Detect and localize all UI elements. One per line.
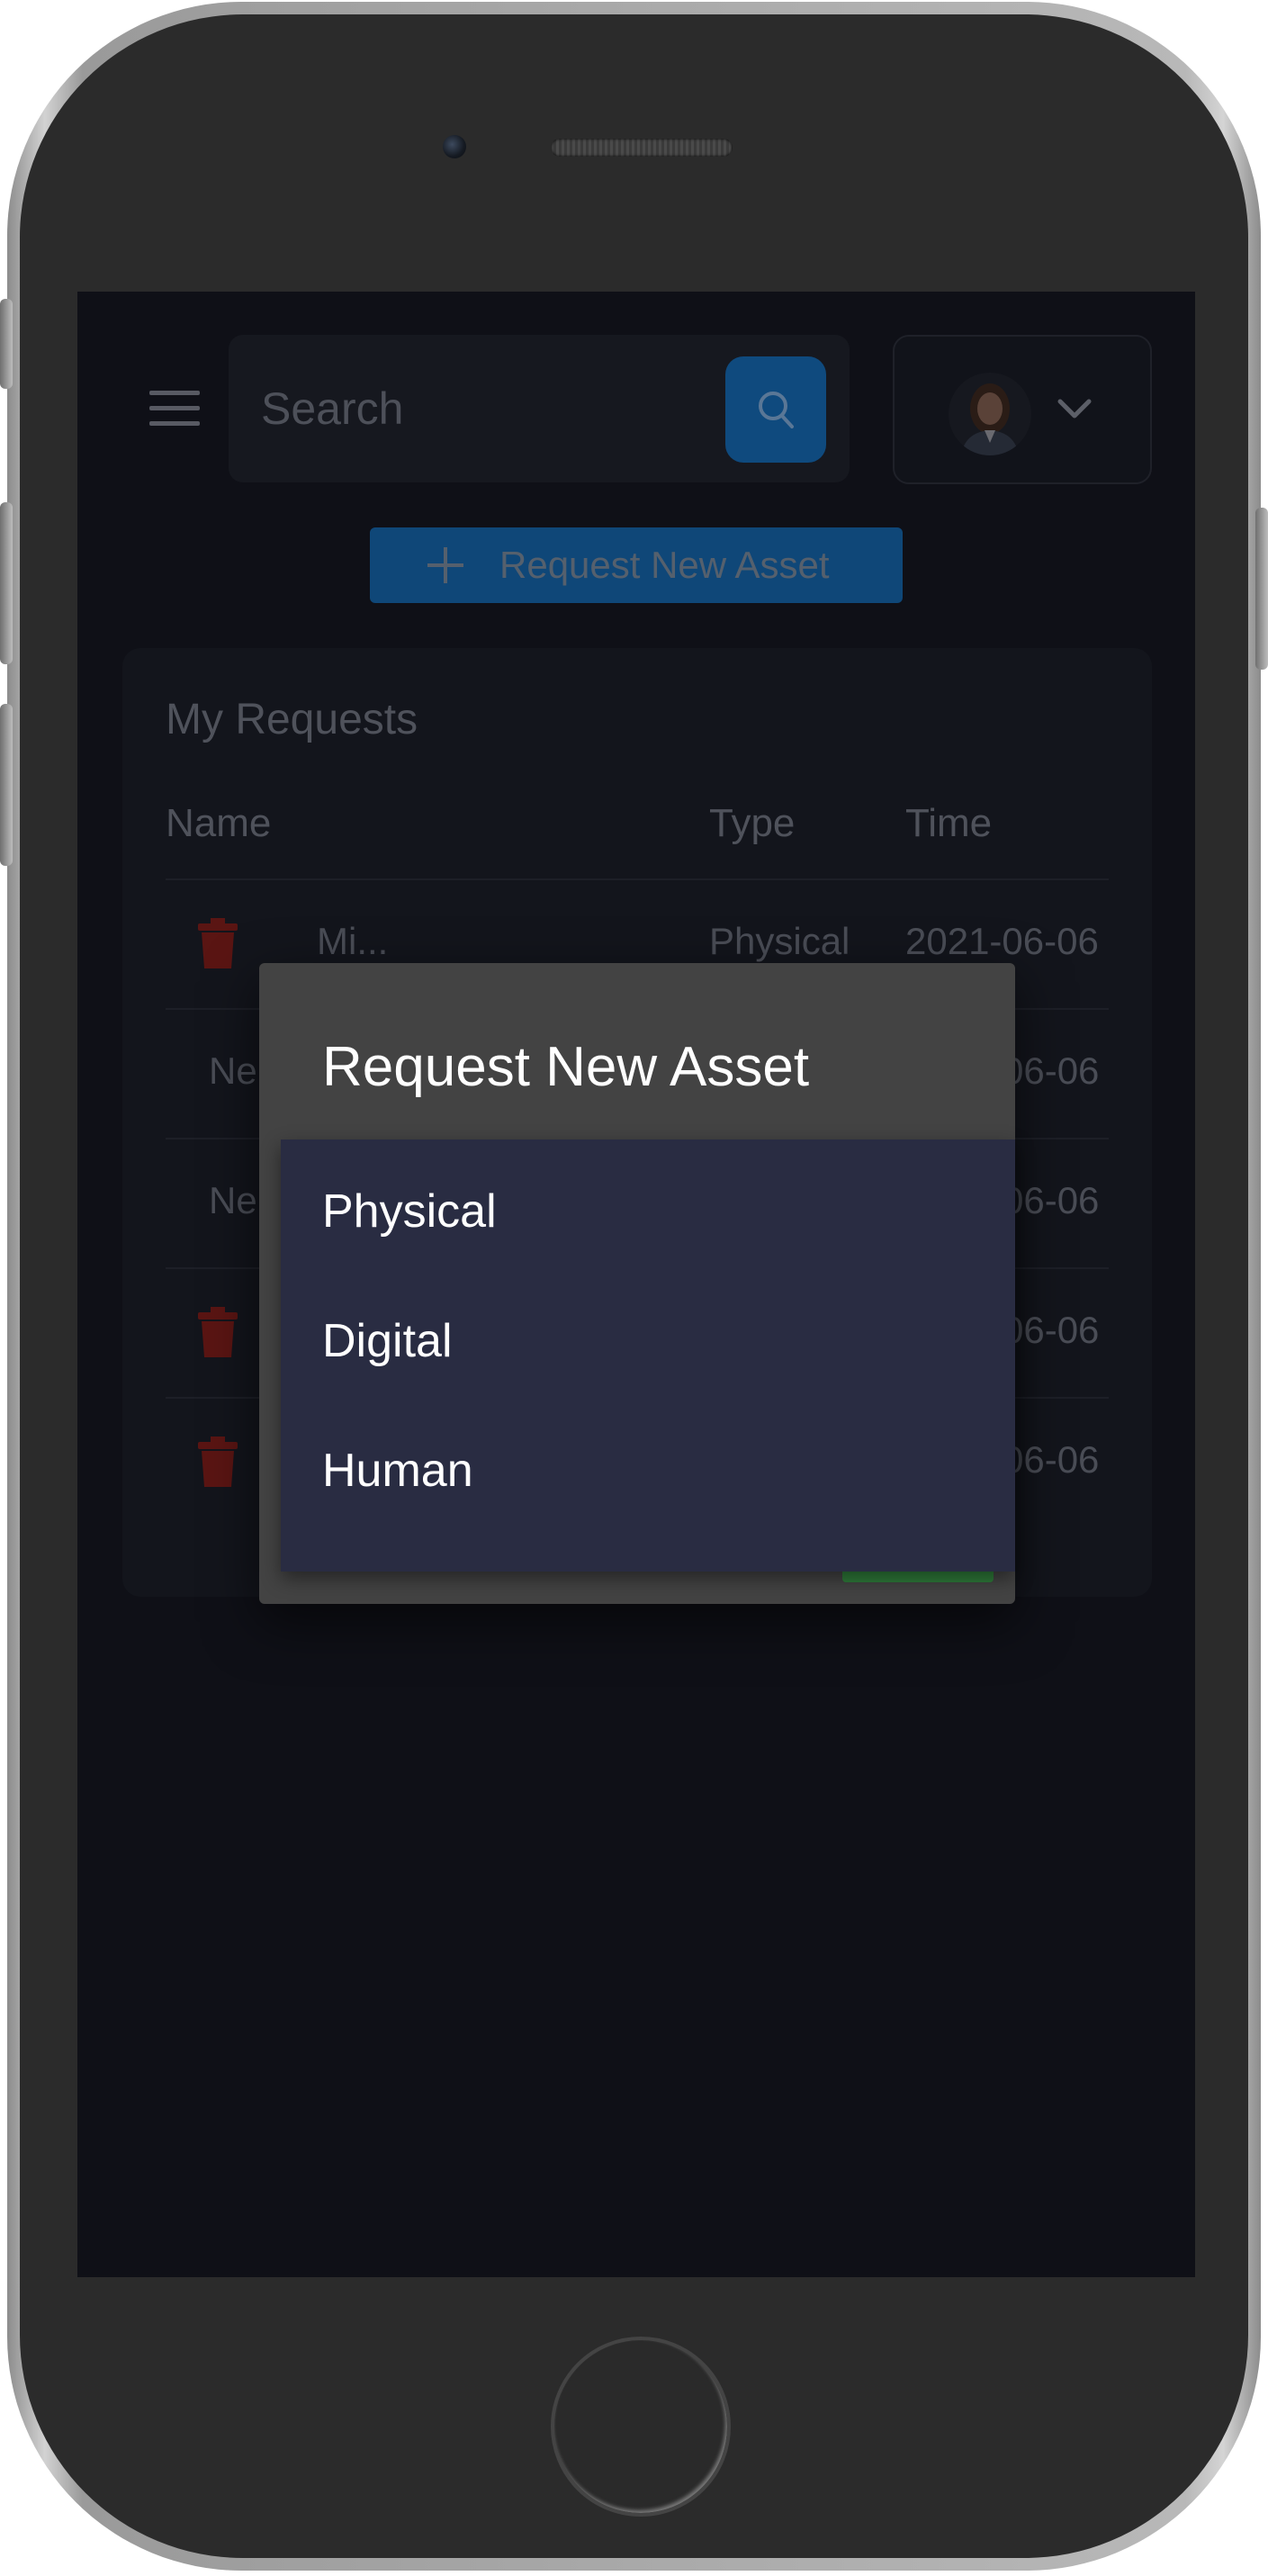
option-digital[interactable]: Digital <box>281 1276 1015 1406</box>
request-new-asset-button[interactable]: Request New Asset <box>370 527 903 603</box>
option-label: Human <box>322 1445 473 1497</box>
chevron-down-icon <box>1057 399 1092 419</box>
phone-frame: Request New Asset My Requests Name Type … <box>0 2 1268 2571</box>
trash-icon[interactable] <box>198 1437 238 1487</box>
column-header-type: Type <box>709 801 796 845</box>
trash-icon[interactable] <box>198 1307 238 1357</box>
option-physical[interactable]: Physical <box>281 1147 1015 1276</box>
camera-icon <box>443 135 466 158</box>
row-type: Physical <box>709 920 850 962</box>
search-bar <box>229 335 850 482</box>
row-name: Mi... <box>317 920 389 962</box>
screen: Request New Asset My Requests Name Type … <box>77 292 1195 2277</box>
volume-up-button <box>0 502 13 664</box>
row-name: Ne <box>209 1049 257 1092</box>
card-title: My Requests <box>166 696 418 743</box>
search-icon <box>759 392 794 428</box>
option-label: Physical <box>322 1185 497 1238</box>
avatar <box>949 373 1031 455</box>
column-header-name: Name <box>166 801 272 845</box>
row-time: 2021-06-06 <box>905 920 1099 962</box>
search-button[interactable] <box>725 356 826 463</box>
trash-icon[interactable] <box>198 918 238 968</box>
row-time: 06-06 <box>1003 1179 1100 1221</box>
volume-down-button <box>0 704 13 866</box>
row-time: 06-06 <box>1003 1309 1100 1351</box>
row-time: 06-06 <box>1003 1438 1100 1481</box>
power-button <box>1255 508 1268 670</box>
home-button[interactable] <box>551 2337 731 2517</box>
option-label: Digital <box>322 1315 453 1367</box>
user-menu[interactable] <box>893 335 1152 484</box>
option-human[interactable]: Human <box>281 1406 1015 1536</box>
hamburger-icon[interactable] <box>149 391 200 427</box>
speaker-grille <box>551 139 733 157</box>
modal-title: Request New Asset <box>322 1036 810 1098</box>
plus-icon <box>427 547 463 583</box>
request-new-asset-label: Request New Asset <box>499 544 830 586</box>
mute-switch <box>0 299 13 389</box>
search-input[interactable] <box>229 335 715 482</box>
row-time: 06-06 <box>1003 1049 1100 1092</box>
row-name: Ne <box>209 1179 257 1221</box>
request-asset-modal: Request New Asset Physical Digital Human <box>259 963 1015 1604</box>
confirm-button[interactable] <box>842 1570 994 1582</box>
column-header-time: Time <box>905 801 993 845</box>
asset-type-dropdown: Physical Digital Human <box>281 1139 1015 1572</box>
